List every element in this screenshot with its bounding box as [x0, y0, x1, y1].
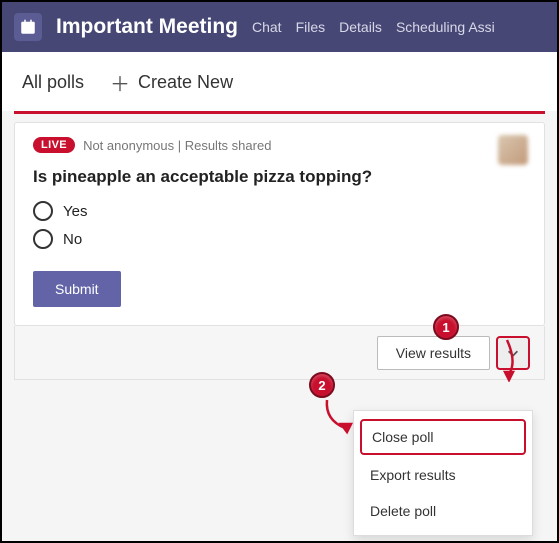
poll-option-yes[interactable]: Yes — [33, 201, 526, 221]
poll-option-no[interactable]: No — [33, 229, 526, 249]
create-new-label: Create New — [138, 72, 233, 93]
poll-question: Is pineapple an acceptable pizza topping… — [33, 167, 526, 187]
poll-card: LIVE Not anonymous | Results shared Is p… — [14, 122, 545, 326]
annotation-arrow-1 — [447, 332, 527, 382]
option-label: Yes — [63, 203, 87, 220]
radio-icon — [33, 201, 53, 221]
poll-status-text: Not anonymous | Results shared — [83, 138, 271, 153]
menu-delete-poll[interactable]: Delete poll — [354, 493, 532, 529]
poll-status-row: LIVE Not anonymous | Results shared — [33, 137, 526, 153]
tab-details[interactable]: Details — [339, 19, 382, 35]
tab-files[interactable]: Files — [296, 19, 326, 35]
annotation-arrow-2 — [317, 390, 387, 440]
annotation-callout-2: 2 — [309, 372, 335, 398]
tab-scheduling-assistant[interactable]: Scheduling Assi — [396, 19, 495, 35]
menu-export-results[interactable]: Export results — [354, 457, 532, 493]
app-header: Important Meeting Chat Files Details Sch… — [2, 2, 557, 52]
plus-icon: ＋ — [110, 68, 130, 97]
polls-toolbar: All polls ＋ Create New — [2, 52, 557, 111]
avatar — [498, 135, 528, 165]
live-badge: LIVE — [33, 137, 75, 153]
active-tab-underline — [14, 111, 545, 114]
tab-chat[interactable]: Chat — [252, 19, 282, 35]
create-new-button[interactable]: ＋ Create New — [110, 68, 233, 97]
submit-button[interactable]: Submit — [33, 271, 121, 307]
radio-icon — [33, 229, 53, 249]
meeting-title: Important Meeting — [56, 15, 238, 39]
annotation-callout-1: 1 — [433, 314, 459, 340]
option-label: No — [63, 231, 82, 248]
calendar-icon — [14, 13, 42, 41]
all-polls-label: All polls — [22, 72, 84, 93]
